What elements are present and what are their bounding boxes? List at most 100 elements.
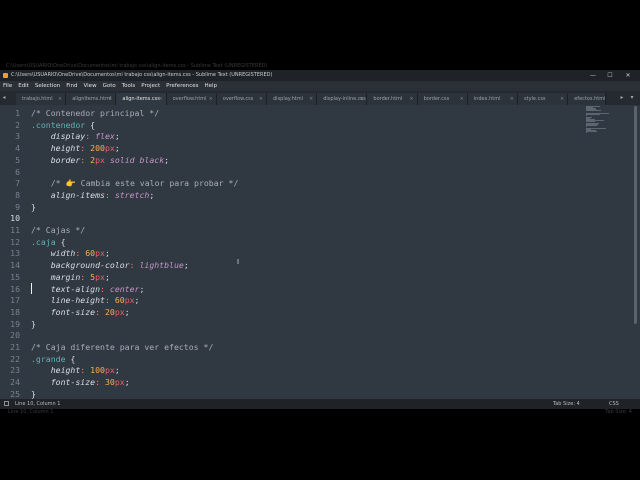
code-token: { (65, 353, 76, 364)
line-number[interactable]: 5 (0, 155, 20, 167)
line-number[interactable]: 9 (0, 202, 20, 214)
line-number[interactable]: 15 (0, 272, 20, 284)
code-token: { (85, 119, 96, 130)
menu-project[interactable]: Project (141, 83, 160, 89)
tab-align-items-css[interactable]: align-items.css × (116, 93, 167, 105)
line-number[interactable]: 19 (0, 319, 20, 331)
code-token: flex (95, 131, 115, 142)
code-line: .caja { (31, 237, 66, 249)
code-token: background-color (50, 260, 130, 271)
menu-preferences[interactable]: Preferences (166, 83, 198, 89)
line-number[interactable]: 16 (0, 284, 20, 296)
line-number[interactable]: 11 (0, 225, 20, 237)
line-number[interactable]: 20 (0, 330, 20, 342)
vertical-scrollbar[interactable] (634, 106, 637, 324)
tab-close-icon[interactable]: × (259, 93, 263, 105)
close-icon[interactable]: ✕ (619, 70, 637, 81)
line-number[interactable]: 17 (0, 295, 20, 307)
tab-overflow-html[interactable]: overflow.html × (166, 93, 217, 105)
tab-close-icon[interactable]: × (409, 93, 413, 105)
code-token: black (139, 154, 165, 165)
line-number[interactable]: 7 (0, 178, 20, 190)
menu-file[interactable]: File (3, 83, 12, 89)
minimap-line (586, 124, 597, 126)
code-line: line-height: 60px; (31, 295, 140, 307)
window-title: C:\Users\USUARIO\OneDrive\Documentos\mi … (11, 72, 273, 78)
code-token: { (55, 236, 66, 247)
panel-toggle-icon[interactable] (4, 401, 9, 406)
tab-overflow-css[interactable]: overflow.css × (216, 93, 267, 105)
menu-tools[interactable]: Tools (122, 83, 136, 89)
tab-label: alignItems.html (72, 96, 112, 102)
code-line: /* Contenedor principal */ (31, 108, 159, 120)
code-token: px (114, 377, 125, 388)
tab-display-inline-css[interactable]: display-inline.css × (317, 93, 368, 105)
menu-edit[interactable]: Edit (18, 83, 29, 89)
tab-border-html[interactable]: border.html × (367, 93, 418, 105)
code-token: 20 (104, 306, 115, 317)
text-cursor (31, 283, 32, 294)
minimize-icon[interactable]: — (584, 70, 602, 81)
line-number[interactable]: 13 (0, 248, 20, 260)
syntax-indicator[interactable]: CSS (609, 399, 619, 409)
tab-close-icon[interactable]: × (560, 93, 564, 105)
minimap-line (586, 125, 587, 127)
minimap-line (586, 132, 587, 134)
tab-scroll-right-icon[interactable]: ▸ (618, 91, 626, 105)
tab-close-icon[interactable]: × (108, 93, 112, 105)
line-number[interactable]: 6 (0, 167, 20, 179)
line-number[interactable]: 1 (0, 108, 20, 120)
code-token: px (104, 365, 115, 376)
tab-close-icon[interactable]: × (209, 93, 213, 105)
tab-display-html[interactable]: display.html × (267, 93, 318, 105)
line-number[interactable]: 18 (0, 307, 20, 319)
line-number[interactable]: 24 (0, 377, 20, 389)
tab-close-icon[interactable]: × (58, 93, 62, 105)
menu-goto[interactable]: Goto (103, 83, 116, 89)
code-line: border: 2px solid black; (31, 155, 169, 167)
line-number[interactable]: 23 (0, 365, 20, 377)
tab-style-css[interactable]: style.css × (518, 93, 569, 105)
tab-close-icon[interactable]: × (510, 93, 514, 105)
line-number[interactable]: 2 (0, 120, 20, 132)
status-bar: Line 10, Column 1 Tab Size: 4 CSS (0, 399, 640, 409)
line-number[interactable]: 22 (0, 354, 20, 366)
line-number[interactable]: 10 (0, 213, 20, 225)
tab-close-icon[interactable]: × (158, 93, 162, 105)
line-number[interactable]: 21 (0, 342, 20, 354)
tab-close-icon[interactable]: × (309, 93, 313, 105)
line-number[interactable]: 3 (0, 131, 20, 143)
tab-close-icon[interactable]: × (359, 93, 363, 105)
line-number[interactable]: 12 (0, 237, 20, 249)
code-token: 100 (90, 365, 105, 376)
line-number[interactable]: 4 (0, 143, 20, 155)
tab-index-html[interactable]: index.html × (467, 93, 518, 105)
menu-view[interactable]: View (84, 83, 97, 89)
tab-close-icon[interactable]: × (460, 93, 464, 105)
mouse-pointer-icon: I (237, 258, 240, 266)
code-token: .contenedor (31, 119, 86, 130)
code-token: /* (50, 178, 66, 189)
tab-list-dropdown-icon[interactable]: ▾ (628, 91, 636, 105)
code-token: .caja (31, 236, 56, 247)
menu-help[interactable]: Help (204, 83, 217, 89)
cursor-position: Line 10, Column 1 (15, 401, 61, 407)
tab-alignitems-html[interactable]: alignItems.html × (66, 93, 117, 105)
tab-scroll-left-icon[interactable]: ◂ (0, 91, 8, 105)
tab-size-indicator[interactable]: Tab Size: 4 (553, 399, 580, 409)
menu-selection[interactable]: Selection (35, 83, 60, 89)
tab-label: border.css (423, 96, 450, 102)
tab-border-css[interactable]: border.css × (417, 93, 468, 105)
maximize-icon[interactable]: ☐ (601, 70, 619, 81)
line-number[interactable]: 8 (0, 190, 20, 202)
minimap[interactable] (586, 106, 626, 136)
line-number[interactable]: 14 (0, 260, 20, 272)
tab-efectos-html[interactable]: efectos.html (568, 93, 607, 105)
tab-trabajo-html[interactable]: trabajo.html × (16, 93, 67, 105)
menu-find[interactable]: Find (66, 83, 77, 89)
